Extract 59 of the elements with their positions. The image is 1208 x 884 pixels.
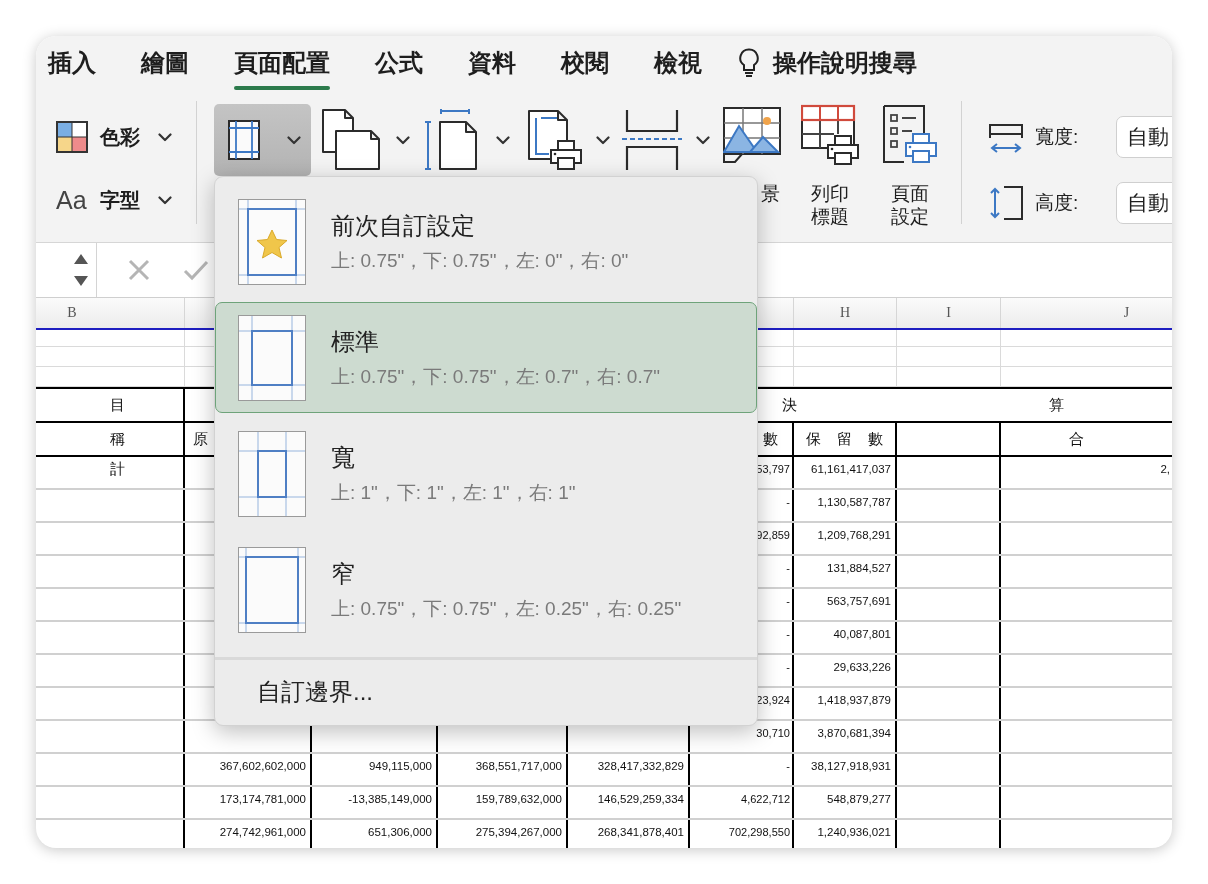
table-cell: 保 留 數 (794, 423, 897, 455)
table-cell: 1,130,587,787 (794, 490, 897, 521)
ribbon-tab[interactable]: 校閱 (561, 36, 609, 95)
colors-button[interactable]: 色彩 (56, 121, 196, 153)
margin-option[interactable]: 前次自訂設定 上: 0.75"，下: 0.75"，左: 0"，右: 0" (215, 186, 757, 297)
table-cell: 563,757,691 (794, 589, 897, 620)
tell-me-search[interactable]: 操作說明搜尋 (739, 36, 917, 95)
table-cell: 38,127,918,931 (794, 754, 897, 785)
table-cell: 548,879,277 (794, 787, 897, 818)
table-cell: 368,551,717,000 (438, 754, 568, 785)
table-cell: 3,870,681,394 (794, 721, 897, 752)
column-header[interactable]: I (897, 298, 1001, 328)
table-cell: 702,298,550 (690, 820, 794, 848)
table-cell: 算 (1049, 395, 1064, 415)
table-cell: 1,240,936,021 (794, 820, 897, 848)
table-cell: 1,209,768,291 (794, 523, 897, 554)
table-cell: 173,174,781,000 (185, 787, 312, 818)
ribbon-tab[interactable]: 繪圖 (141, 36, 189, 95)
column-header[interactable]: H (794, 298, 897, 328)
table-cell-text: 2, (1159, 462, 1171, 477)
table-cell: 計 (36, 457, 185, 488)
ribbon-tab[interactable]: 資料 (468, 36, 516, 95)
button-label: 景 (761, 182, 780, 205)
table-cell: - (690, 754, 794, 785)
table-cell: 328,417,332,829 (568, 754, 690, 785)
table-cell: 決 (782, 395, 797, 415)
table-cell: 1,418,937,879 (794, 688, 897, 719)
table-cell: 61,161,417,037 (794, 457, 897, 488)
menu-item[interactable]: 自訂邊界... (215, 660, 373, 708)
table-cell: 146,529,259,334 (568, 787, 690, 818)
table-cell: 268,341,878,401 (568, 820, 690, 848)
column-header[interactable]: J (1001, 298, 1172, 328)
table-cell: 131,884,527 (794, 556, 897, 587)
table-cell: 367,602,602,000 (185, 754, 312, 785)
table-cell: 合 (1001, 423, 1172, 455)
table-cell: 949,115,000 (312, 754, 438, 785)
button-label: 列印標題 (810, 182, 850, 228)
table-cell: 目 (36, 389, 185, 421)
width-field[interactable]: 自動 (1116, 116, 1172, 158)
table-cell: 275,394,267,000 (438, 820, 568, 848)
ribbon-tab[interactable]: 插入 (48, 36, 96, 95)
field-label: 寬度: (1035, 125, 1080, 149)
fonts-button[interactable]: Aa 字型 (56, 184, 196, 216)
margin-option[interactable]: 標準 上: 0.75"，下: 0.75"，左: 0.7"，右: 0.7" (215, 302, 757, 413)
table-cell: 40,087,801 (794, 622, 897, 653)
button-label: 頁面設定 (890, 182, 930, 228)
table-cell: 159,789,632,000 (438, 787, 568, 818)
table-cell: 稱 (36, 423, 185, 455)
table-cell: -13,385,149,000 (312, 787, 438, 818)
table-cell: 274,742,961,000 (185, 820, 312, 848)
table-cell: 29,633,226 (794, 655, 897, 686)
table-cell: 4,622,712 (690, 787, 794, 818)
ribbon-tab[interactable]: 檢視 (654, 36, 702, 95)
field-label: 高度: (1035, 191, 1080, 215)
ribbon-tab[interactable]: 公式 (375, 36, 423, 95)
table-cell: 651,306,000 (312, 820, 438, 848)
height-field[interactable]: 自動 (1116, 182, 1172, 224)
column-header[interactable]: B (36, 298, 185, 328)
ribbon-tab[interactable]: 頁面配置 (234, 36, 330, 95)
